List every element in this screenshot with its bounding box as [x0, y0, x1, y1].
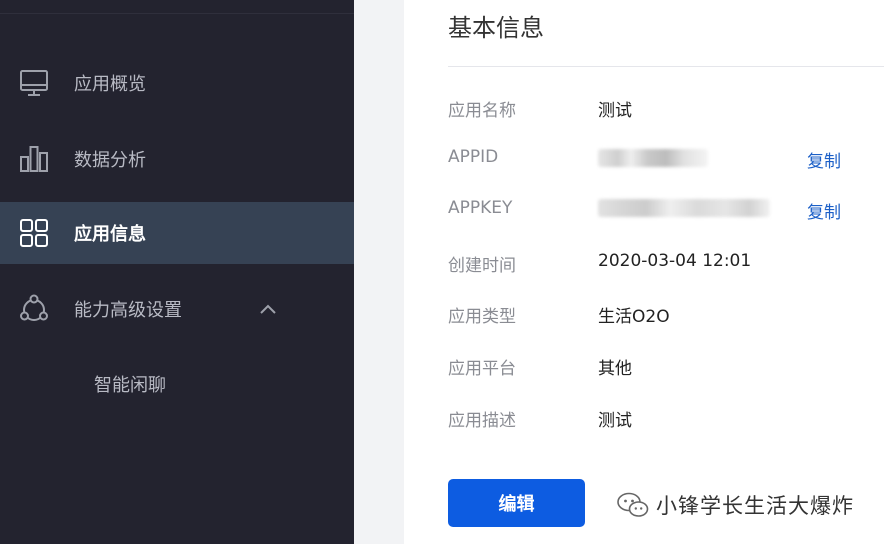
grid-icon: [20, 219, 48, 247]
field-value-description: 测试: [598, 411, 632, 431]
network-icon: [20, 294, 48, 321]
field-value-appkey-redacted: [598, 199, 770, 217]
sidebar-subitem-label: 智能闲聊: [94, 375, 166, 396]
edit-button[interactable]: 编辑: [448, 479, 585, 527]
field-label-appid: APPID: [448, 147, 499, 167]
field-label-appkey: APPKEY: [448, 198, 513, 218]
field-label-description: 应用描述: [448, 411, 516, 431]
sidebar: 应用概览 数据分析 应用信息 能力高级设置 智能闲聊: [0, 0, 354, 544]
field-value-created: 2020-03-04 12:01: [598, 251, 752, 271]
field-value-appid-redacted: [598, 149, 708, 167]
copy-appkey-link[interactable]: 复制: [807, 198, 841, 223]
sidebar-subitem-smart-chat[interactable]: 智能闲聊: [0, 360, 354, 408]
sidebar-top-strip: [0, 0, 354, 14]
divider: [448, 66, 884, 67]
sidebar-item-label: 数据分析: [74, 150, 146, 171]
bar-chart-icon: [20, 146, 48, 172]
field-label-platform: 应用平台: [448, 359, 516, 379]
monitor-icon: [20, 70, 48, 96]
sidebar-item-label: 应用信息: [74, 224, 146, 245]
sidebar-item-data-analysis[interactable]: 数据分析: [0, 128, 354, 190]
field-label-created: 创建时间: [448, 256, 516, 276]
sidebar-item-overview[interactable]: 应用概览: [0, 52, 354, 114]
main-panel: 基本信息 应用名称 测试 APPID 复制 APPKEY 复制 创建时间 202…: [404, 0, 884, 544]
field-label-app-name: 应用名称: [448, 101, 516, 121]
field-value-platform: 其他: [598, 359, 632, 379]
section-title: 基本信息: [448, 14, 544, 42]
sidebar-item-label: 应用概览: [74, 74, 146, 95]
watermark: 小锋学长生活大爆炸: [616, 490, 854, 520]
copy-appid-link[interactable]: 复制: [807, 147, 841, 172]
field-label-type: 应用类型: [448, 307, 516, 327]
sidebar-item-label: 能力高级设置: [74, 300, 182, 321]
sidebar-item-advanced-settings[interactable]: 能力高级设置: [0, 278, 354, 340]
field-value-app-name: 测试: [598, 101, 632, 121]
watermark-text: 小锋学长生活大爆炸: [656, 494, 854, 518]
chevron-up-icon[interactable]: [258, 302, 278, 316]
sidebar-item-app-info[interactable]: 应用信息: [0, 202, 354, 264]
wechat-icon: [617, 492, 649, 517]
field-value-type: 生活O2O: [598, 307, 670, 327]
